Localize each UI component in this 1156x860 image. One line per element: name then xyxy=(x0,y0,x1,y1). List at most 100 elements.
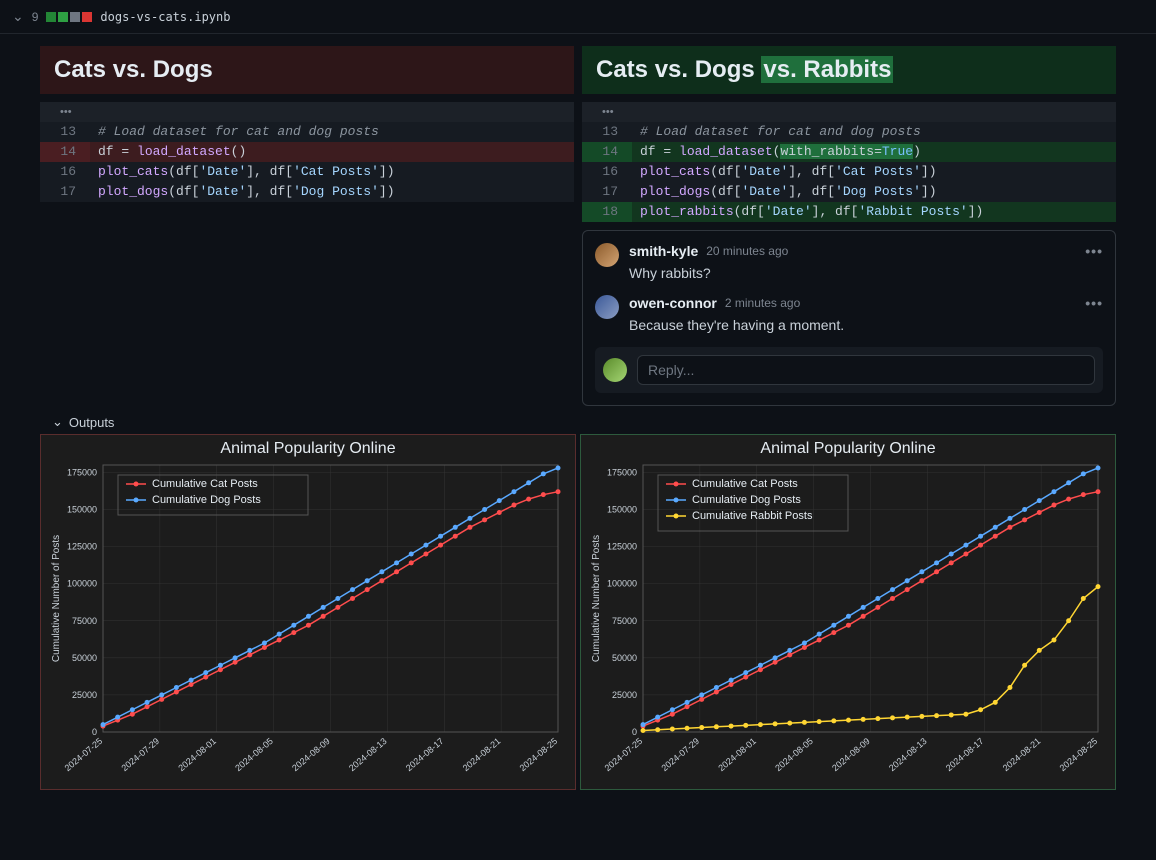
svg-text:2024-08-13: 2024-08-13 xyxy=(347,736,389,773)
svg-text:Animal Popularity Online: Animal Popularity Online xyxy=(220,440,395,457)
svg-text:2024-08-01: 2024-08-01 xyxy=(716,736,758,773)
line-number[interactable]: 17 xyxy=(40,182,90,202)
code-content: df = load_dataset() xyxy=(90,142,574,162)
svg-text:100000: 100000 xyxy=(607,579,637,589)
svg-text:0: 0 xyxy=(92,727,97,737)
code-line: 13# Load dataset for cat and dog posts xyxy=(582,122,1116,142)
svg-text:25000: 25000 xyxy=(72,690,97,700)
line-number[interactable]: 13 xyxy=(582,122,632,142)
svg-text:125000: 125000 xyxy=(67,542,97,552)
svg-text:2024-07-25: 2024-07-25 xyxy=(63,736,105,773)
svg-text:75000: 75000 xyxy=(72,616,97,626)
line-number[interactable]: 16 xyxy=(40,162,90,182)
file-header: ⌄ 9 dogs-vs-cats.ipynb xyxy=(0,0,1156,34)
chevron-down-icon[interactable]: ⌄ xyxy=(12,8,24,25)
line-number[interactable]: 13 xyxy=(40,122,90,142)
expand-icon[interactable]: ••• xyxy=(40,102,574,122)
comment-author[interactable]: smith-kyle xyxy=(629,243,698,259)
change-count: 9 xyxy=(32,10,39,24)
code-content: # Load dataset for cat and dog posts xyxy=(632,122,1116,142)
svg-text:Cumulative Dog Posts: Cumulative Dog Posts xyxy=(692,494,801,506)
code-content: # Load dataset for cat and dog posts xyxy=(90,122,574,142)
kebab-icon[interactable]: ••• xyxy=(1085,295,1103,311)
kebab-icon[interactable]: ••• xyxy=(1085,243,1103,259)
svg-text:Cumulative Dog Posts: Cumulative Dog Posts xyxy=(152,494,261,506)
svg-text:Cumulative Number of Posts: Cumulative Number of Posts xyxy=(591,535,602,662)
code-content: plot_dogs(df['Date'], df['Dog Posts']) xyxy=(632,182,1116,202)
svg-text:0: 0 xyxy=(632,727,637,737)
svg-text:2024-08-25: 2024-08-25 xyxy=(1058,736,1100,773)
svg-text:100000: 100000 xyxy=(67,579,97,589)
comment-thread: smith-kyle 20 minutes ago Why rabbits? •… xyxy=(582,230,1116,406)
avatar[interactable] xyxy=(595,295,619,319)
chevron-down-icon[interactable]: ⌄ xyxy=(52,414,63,430)
svg-text:75000: 75000 xyxy=(612,616,637,626)
svg-text:25000: 25000 xyxy=(612,690,637,700)
code-line: 14df = load_dataset() xyxy=(40,142,574,162)
svg-text:2024-07-25: 2024-07-25 xyxy=(603,736,645,773)
line-number[interactable]: 18 xyxy=(582,202,632,222)
code-content: plot_rabbits(df['Date'], df['Rabbit Post… xyxy=(632,202,1116,222)
code-line: 16plot_cats(df['Date'], df['Cat Posts']) xyxy=(40,162,574,182)
avatar[interactable] xyxy=(603,358,627,382)
chart-left: Animal Popularity Online 0 25000 50000 75000… xyxy=(40,434,576,790)
svg-text:Cumulative Number of Posts: Cumulative Number of Posts xyxy=(51,535,62,662)
right-title: Cats vs. Dogs vs. Rabbits xyxy=(582,46,1116,94)
svg-text:2024-08-21: 2024-08-21 xyxy=(1001,736,1043,773)
line-number[interactable]: 17 xyxy=(582,182,632,202)
code-line: 17plot_dogs(df['Date'], df['Dog Posts']) xyxy=(40,182,574,202)
line-number[interactable]: 14 xyxy=(582,142,632,162)
line-number[interactable]: 14 xyxy=(40,142,90,162)
comment-time: 2 minutes ago xyxy=(725,296,800,310)
svg-text:175000: 175000 xyxy=(607,467,637,477)
svg-text:Cumulative Cat Posts: Cumulative Cat Posts xyxy=(152,478,258,490)
svg-text:125000: 125000 xyxy=(607,542,637,552)
svg-text:2024-08-21: 2024-08-21 xyxy=(461,736,503,773)
svg-text:2024-08-13: 2024-08-13 xyxy=(887,736,929,773)
comment-author[interactable]: owen-connor xyxy=(629,295,717,311)
svg-text:50000: 50000 xyxy=(612,653,637,663)
comment-text: Why rabbits? xyxy=(629,265,1103,281)
svg-text:2024-08-05: 2024-08-05 xyxy=(233,736,275,773)
code-line: 13# Load dataset for cat and dog posts xyxy=(40,122,574,142)
code-content: plot_cats(df['Date'], df['Cat Posts']) xyxy=(90,162,574,182)
diff-stat-boxes xyxy=(46,12,92,22)
code-content: plot_cats(df['Date'], df['Cat Posts']) xyxy=(632,162,1116,182)
avatar[interactable] xyxy=(595,243,619,267)
comment-text: Because they're having a moment. xyxy=(629,317,1103,333)
reply-input[interactable] xyxy=(637,355,1095,385)
filename[interactable]: dogs-vs-cats.ipynb xyxy=(100,10,230,24)
svg-text:Cumulative Cat Posts: Cumulative Cat Posts xyxy=(692,478,798,490)
svg-text:2024-08-09: 2024-08-09 xyxy=(830,736,872,773)
left-diff-pane: Cats vs. Dogs ••• 13# Load dataset for c… xyxy=(40,46,574,406)
svg-text:Animal Popularity Online: Animal Popularity Online xyxy=(760,440,935,457)
svg-text:150000: 150000 xyxy=(607,505,637,515)
reply-row xyxy=(595,347,1103,393)
svg-text:2024-08-01: 2024-08-01 xyxy=(176,736,218,773)
svg-text:Cumulative Rabbit Posts: Cumulative Rabbit Posts xyxy=(692,510,813,522)
code-content: plot_dogs(df['Date'], df['Dog Posts']) xyxy=(90,182,574,202)
right-diff-pane: Cats vs. Dogs vs. Rabbits ••• 13# Load d… xyxy=(582,46,1116,406)
right-code-block: ••• 13# Load dataset for cat and dog pos… xyxy=(582,102,1116,222)
left-code-block: ••• 13# Load dataset for cat and dog pos… xyxy=(40,102,574,202)
chart-right: Animal Popularity Online 0 25000 50000 75000… xyxy=(580,434,1116,790)
svg-text:175000: 175000 xyxy=(67,467,97,477)
code-line: 18plot_rabbits(df['Date'], df['Rabbit Po… xyxy=(582,202,1116,222)
svg-text:150000: 150000 xyxy=(67,505,97,515)
svg-text:2024-08-09: 2024-08-09 xyxy=(290,736,332,773)
left-title: Cats vs. Dogs xyxy=(40,46,574,94)
code-content: df = load_dataset(with_rabbits=True) xyxy=(632,142,1116,162)
line-number[interactable]: 16 xyxy=(582,162,632,182)
code-line: 16plot_cats(df['Date'], df['Cat Posts']) xyxy=(582,162,1116,182)
svg-text:2024-07-29: 2024-07-29 xyxy=(659,736,701,773)
outputs-header[interactable]: ⌄ Outputs xyxy=(0,406,1156,434)
svg-text:2024-08-05: 2024-08-05 xyxy=(773,736,815,773)
comment: smith-kyle 20 minutes ago Why rabbits? •… xyxy=(595,243,1103,281)
expand-icon[interactable]: ••• xyxy=(582,102,1116,122)
svg-text:50000: 50000 xyxy=(72,653,97,663)
comment: owen-connor 2 minutes ago Because they'r… xyxy=(595,295,1103,333)
code-line: 17plot_dogs(df['Date'], df['Dog Posts']) xyxy=(582,182,1116,202)
title-diff-add: vs. Rabbits xyxy=(761,56,893,83)
svg-text:2024-08-17: 2024-08-17 xyxy=(944,736,986,773)
comment-time: 20 minutes ago xyxy=(706,244,788,258)
